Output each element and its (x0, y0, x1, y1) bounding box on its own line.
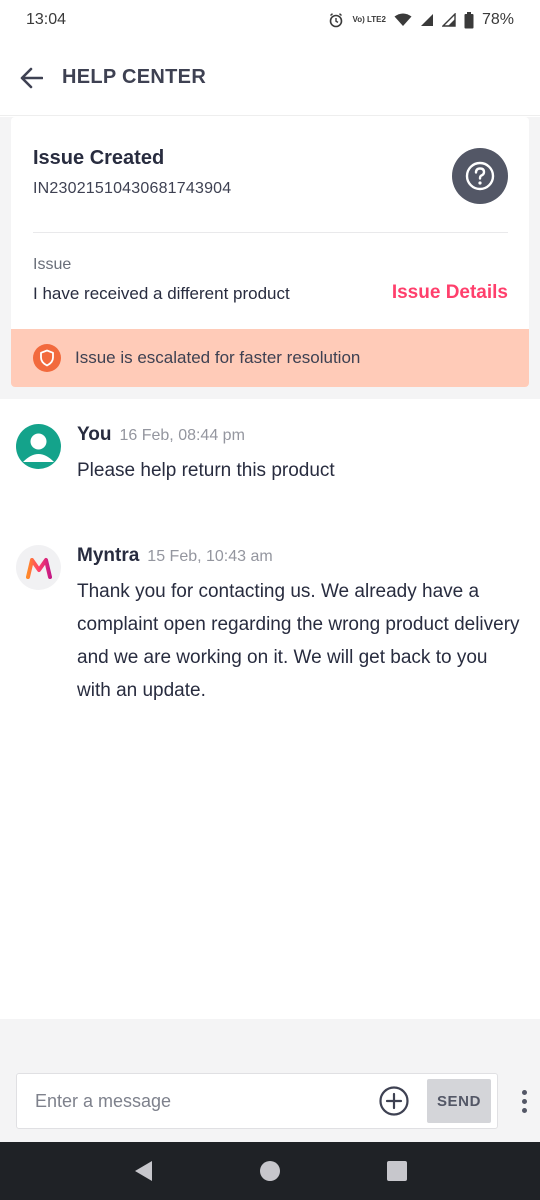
nav-home-button[interactable] (250, 1151, 290, 1191)
signal-icon (420, 14, 433, 26)
composer-area: SEND (0, 1019, 540, 1142)
nav-recents-button[interactable] (377, 1151, 417, 1191)
shield-badge (33, 344, 61, 372)
help-button[interactable] (452, 148, 508, 204)
page-title: HELP CENTER (62, 66, 207, 88)
nav-home-icon (259, 1161, 280, 1181)
back-button[interactable] (0, 40, 62, 116)
wifi-icon (394, 13, 412, 26)
issue-description: I have received a different product (33, 284, 290, 303)
battery-icon (464, 11, 474, 28)
escalation-banner: Issue is escalated for faster resolution (11, 329, 529, 387)
signal-icon-2 (441, 13, 456, 27)
issue-details-link[interactable]: Issue Details (392, 282, 508, 304)
alarm-icon (330, 13, 343, 28)
message-sender: Myntra (77, 545, 140, 566)
message-sender: You (77, 424, 112, 445)
issue-divider (33, 232, 508, 233)
message-body: Myntra 15 Feb, 10:43 am Thank you for co… (77, 545, 520, 707)
plus-circle-icon (379, 1086, 409, 1116)
attach-button[interactable] (377, 1084, 411, 1118)
message-body: You 16 Feb, 08:44 pm Please help return … (77, 424, 520, 487)
status-time: 13:04 (26, 11, 67, 28)
system-nav-bar (0, 1142, 540, 1200)
issue-header: Issue Created IN23021510430681743904 (33, 147, 231, 198)
escalation-text: Issue is escalated for faster resolution (75, 348, 361, 367)
message-input[interactable] (17, 1074, 377, 1128)
issue-id: IN23021510430681743904 (33, 180, 232, 197)
send-button[interactable]: SEND (427, 1079, 491, 1123)
myntra-logo-icon (16, 545, 61, 590)
issue-label: Issue (33, 256, 72, 273)
more-vertical-icon[interactable] (516, 1083, 532, 1119)
issue-section: Issue Created IN23021510430681743904 Iss… (0, 117, 540, 399)
arrow-left-icon (20, 67, 43, 88)
message-time: 15 Feb, 10:43 am (147, 548, 273, 565)
message-meta: Myntra 15 Feb, 10:43 am (77, 545, 520, 567)
status-icons: Vo) LTE2 78% (328, 11, 514, 29)
message-composer: SEND (16, 1073, 498, 1129)
user-avatar-icon (16, 424, 61, 469)
question-icon (465, 161, 495, 191)
nav-recents-icon (386, 1161, 407, 1181)
message-time: 16 Feb, 08:44 pm (119, 427, 245, 444)
issue-title: Issue Created (33, 147, 165, 169)
message-thread: You 16 Feb, 08:44 pm Please help return … (0, 399, 540, 1019)
message-meta: You 16 Feb, 08:44 pm (77, 424, 520, 446)
message-text: Please help return this product (77, 460, 335, 481)
battery-level: 78% (481, 11, 514, 28)
issue-card: Issue Created IN23021510430681743904 Iss… (11, 117, 529, 387)
message-text: Thank you for contacting us. We already … (77, 581, 520, 701)
app-header: HELP CENTER (0, 40, 540, 116)
nav-back-icon (135, 1161, 153, 1181)
shield-icon (40, 349, 54, 367)
status-bar: 13:04 Vo) LTE2 78% (0, 0, 540, 40)
network-type-label: Vo) LTE2 (352, 15, 386, 24)
nav-back-button[interactable] (123, 1151, 163, 1191)
